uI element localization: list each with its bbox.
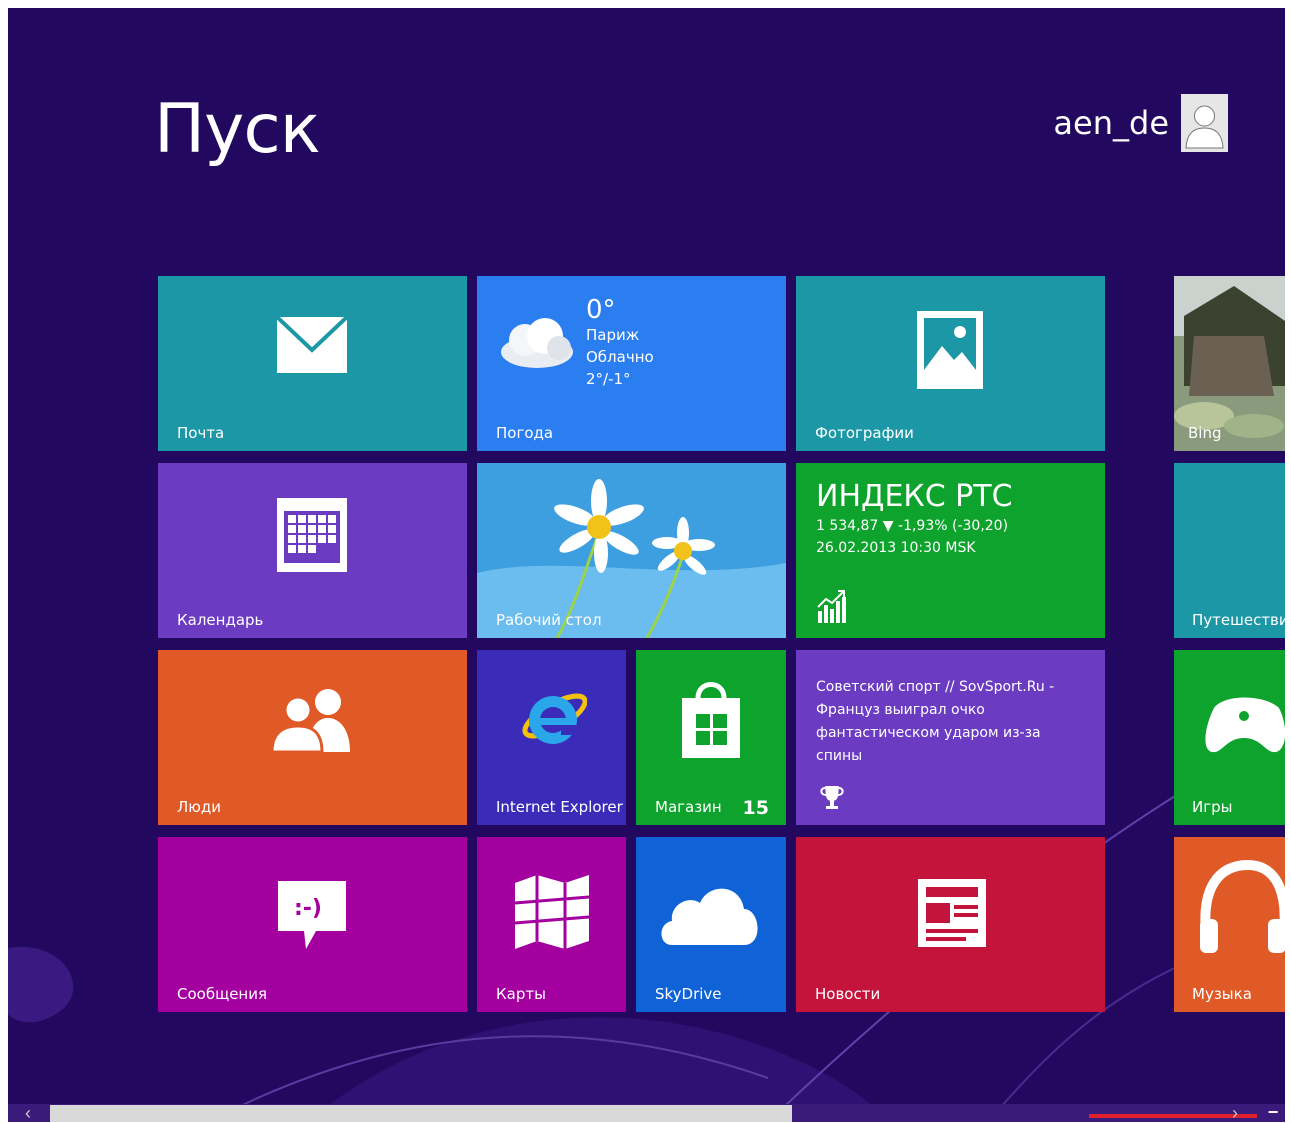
tile-maps-label: Карты — [496, 985, 546, 1003]
trophy-icon — [820, 786, 844, 809]
tile-skydrive-label: SkyDrive — [655, 985, 722, 1003]
map-icon — [514, 875, 590, 949]
tile-news-label: Новости — [815, 985, 881, 1003]
scroll-left-button[interactable]: ‹ — [8, 1104, 48, 1122]
tile-mail[interactable]: Почта — [158, 276, 467, 451]
tile-music[interactable]: Музыка — [1174, 837, 1285, 1012]
weather-city: Париж — [586, 326, 640, 344]
tile-finance[interactable]: ИНДЕКС РТС 1 534,87 ▼ -1,93% (-30,20) 26… — [796, 463, 1105, 638]
internet-explorer-icon — [522, 693, 587, 744]
finance-chart-icon — [817, 590, 846, 623]
weather-range: 2°/-1° — [586, 370, 631, 388]
calendar-icon — [277, 498, 347, 572]
finance-date: 26.02.2013 10:30 MSK — [816, 540, 976, 556]
tile-games[interactable]: Игры — [1174, 650, 1285, 825]
user-name: aen_de — [1053, 104, 1169, 142]
tile-ie-label: Internet Explorer — [496, 798, 623, 816]
tile-music-label: Музыка — [1192, 985, 1252, 1003]
tile-weather-label: Погода — [496, 424, 554, 442]
skydrive-cloud-icon — [661, 888, 758, 945]
newspaper-icon — [918, 879, 986, 947]
cloud-icon — [501, 318, 573, 368]
tile-store-label: Магазин — [655, 798, 722, 816]
tile-bing-label: Bing — [1188, 424, 1222, 442]
tile-people-label: Люди — [177, 798, 222, 816]
page-title: Пуск — [154, 90, 321, 169]
tile-mail-label: Почта — [177, 424, 225, 442]
tile-calendar-label: Календарь — [177, 611, 264, 629]
photo-icon — [917, 311, 983, 389]
tile-skydrive[interactable]: SkyDrive — [636, 837, 786, 1012]
user-account[interactable]: aen_de — [1053, 94, 1228, 152]
tile-bing[interactable]: Bing — [1174, 276, 1285, 451]
people-icon — [270, 689, 350, 752]
tile-photos[interactable]: Фотографии — [796, 276, 1105, 451]
tile-messaging[interactable]: :-) Сообщения — [158, 837, 467, 1012]
tile-weather[interactable]: 0° Париж Облачно 2°/-1° Погода — [477, 276, 786, 451]
mail-icon — [276, 316, 348, 373]
tile-desktop[interactable]: Рабочий стол — [477, 463, 786, 638]
tile-ie[interactable]: Internet Explorer — [477, 650, 626, 825]
scrollbar-thumb[interactable] — [50, 1105, 792, 1122]
store-bag-icon — [682, 682, 740, 758]
tile-maps[interactable]: Карты — [477, 837, 626, 1012]
tile-sport-news[interactable]: Советский спорт // SovSport.Ru - Француз… — [796, 650, 1105, 825]
gamepad-icon — [1205, 697, 1285, 753]
tile-desktop-label: Рабочий стол — [496, 611, 602, 629]
tile-messaging-label: Сообщения — [177, 985, 268, 1003]
tile-travel-label: Путешествия — [1192, 611, 1285, 629]
tile-travel[interactable]: Путешествия — [1174, 463, 1285, 638]
finance-title: ИНДЕКС РТС — [816, 479, 1013, 514]
tile-calendar[interactable]: Календарь — [158, 463, 467, 638]
weather-condition: Облачно — [586, 348, 654, 366]
headphones-icon — [1200, 859, 1285, 953]
tile-photos-label: Фотографии — [815, 424, 914, 442]
semantic-zoom-button[interactable]: − — [1261, 1103, 1285, 1122]
tile-news[interactable]: Новости — [796, 837, 1105, 1012]
tile-games-label: Игры — [1192, 798, 1233, 816]
start-screen: Пуск aen_de Почта 0° Париж Облачно 2°/-1… — [8, 8, 1285, 1122]
weather-temp: 0° — [586, 295, 616, 325]
chat-bubble-icon: :-) — [278, 881, 346, 949]
tile-store[interactable]: Магазин 15 — [636, 650, 786, 825]
sport-headline: Советский спорт // SovSport.Ru - Француз… — [816, 679, 1055, 764]
scroll-right-button[interactable]: › — [1225, 1104, 1245, 1122]
user-avatar-icon — [1181, 94, 1228, 152]
svg-text::-): :-) — [294, 896, 322, 921]
store-update-badge: 15 — [742, 797, 769, 819]
weather-info: 0° Париж Облачно 2°/-1° — [586, 296, 654, 390]
finance-value: 1 534,87 ▼ -1,93% (-30,20) — [816, 518, 1009, 534]
horizontal-scrollbar[interactable]: ‹ › − — [8, 1103, 1285, 1122]
tile-people[interactable]: Люди — [158, 650, 467, 825]
